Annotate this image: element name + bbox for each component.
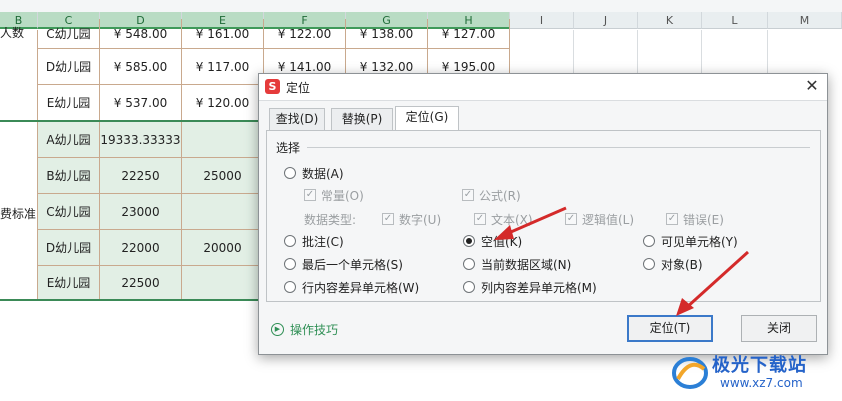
radio-col-diff[interactable]: [463, 281, 475, 293]
watermark-url: www.xz7.com: [720, 376, 803, 390]
cell[interactable]: E幼儿园: [38, 85, 100, 121]
col-header-m[interactable]: M: [768, 12, 842, 29]
cell[interactable]: ¥ 122.00: [264, 19, 346, 49]
annotation-arrow-goto: [676, 250, 750, 316]
dialog-titlebar[interactable]: S 定位 ✕: [259, 74, 827, 101]
cell[interactable]: C幼儿园: [38, 194, 100, 230]
cell[interactable]: 22000: [100, 230, 182, 266]
col-header-i[interactable]: I: [510, 12, 574, 29]
cell[interactable]: ¥ 548.00: [100, 19, 182, 49]
radio-blank[interactable]: [463, 235, 475, 247]
cell[interactable]: 22250: [100, 158, 182, 194]
cell[interactable]: 25000: [182, 158, 264, 194]
option-last-cell-label: 最后一个单元格(S): [302, 258, 403, 272]
cell[interactable]: 22500: [100, 266, 182, 300]
annotation-arrow-blank: [494, 206, 567, 240]
tab-find[interactable]: 查找(D): [269, 108, 325, 130]
checkbox-number[interactable]: ✓: [382, 213, 394, 225]
cell[interactable]: 20000: [182, 230, 264, 266]
tab-replace[interactable]: 替换(P): [331, 108, 393, 130]
option-constant-label: 常量(O): [321, 189, 364, 203]
watermark-logo: 极光下载站 www.xz7.com: [670, 349, 830, 397]
cell[interactable]: ¥ 120.00: [182, 85, 264, 121]
checkbox-constant[interactable]: ✓: [304, 189, 316, 201]
cell[interactable]: D幼儿园: [38, 49, 100, 85]
cell[interactable]: [182, 266, 264, 300]
col-header-j[interactable]: J: [574, 12, 638, 29]
cell[interactable]: 23000: [100, 194, 182, 230]
radio-object[interactable]: [643, 258, 655, 270]
checkbox-formula[interactable]: ✓: [462, 189, 474, 201]
group-label: 选择: [276, 139, 305, 156]
col-header-l[interactable]: L: [702, 12, 768, 29]
play-icon[interactable]: ▶: [271, 323, 284, 336]
cell[interactable]: ¥ 161.00: [182, 19, 264, 49]
option-number-label: 数字(U): [399, 213, 442, 227]
cell[interactable]: ¥ 585.00: [100, 49, 182, 85]
cell[interactable]: 19333.33333: [100, 122, 182, 158]
option-formula-label: 公式(R): [479, 189, 521, 203]
radio-current-region[interactable]: [463, 258, 475, 270]
cell[interactable]: D幼儿园: [38, 230, 100, 266]
cell[interactable]: ¥ 117.00: [182, 49, 264, 85]
wps-logo-icon: S: [265, 79, 280, 94]
cell[interactable]: [182, 122, 264, 158]
cell[interactable]: ¥ 537.00: [100, 85, 182, 121]
radio-visible[interactable]: [643, 235, 655, 247]
radio-comment[interactable]: [284, 235, 296, 247]
option-col-diff-label: 列内容差异单元格(M): [481, 281, 597, 295]
option-error-label: 错误(E): [683, 213, 724, 227]
option-current-region-label: 当前数据区域(N): [481, 258, 572, 272]
option-logical-label: 逻辑值(L): [582, 213, 635, 227]
dialog-title: 定位: [286, 81, 311, 95]
cell[interactable]: A幼儿园: [38, 122, 100, 158]
cell[interactable]: ¥ 127.00: [428, 19, 510, 49]
cell[interactable]: C幼儿园: [38, 19, 100, 49]
cell[interactable]: E幼儿园: [38, 266, 100, 300]
tab-goto[interactable]: 定位(G): [395, 106, 459, 130]
watermark-swirl-icon: [672, 357, 708, 389]
tips-link[interactable]: 操作技巧: [290, 321, 338, 338]
option-row-diff-label: 行内容差异单元格(W): [302, 281, 420, 295]
radio-row-diff[interactable]: [284, 281, 296, 293]
section-divider: [0, 299, 264, 301]
close-icon[interactable]: ✕: [803, 77, 821, 95]
cell[interactable]: [182, 194, 264, 230]
col-header-k[interactable]: K: [638, 12, 702, 29]
checkbox-error[interactable]: ✓: [666, 213, 678, 225]
option-comment-label: 批注(C): [302, 235, 344, 249]
option-data-label: 数据(A): [302, 167, 344, 181]
cell[interactable]: B幼儿园: [38, 158, 100, 194]
radio-data[interactable]: [284, 167, 296, 179]
group-divider: [307, 147, 810, 148]
checkbox-text[interactable]: ✓: [474, 213, 486, 225]
watermark-title: 极光下载站: [712, 355, 807, 376]
col-b-border: [0, 30, 38, 300]
cell[interactable]: ¥ 138.00: [346, 19, 428, 49]
radio-last-cell[interactable]: [284, 258, 296, 270]
data-type-label: 数据类型:: [304, 213, 357, 227]
